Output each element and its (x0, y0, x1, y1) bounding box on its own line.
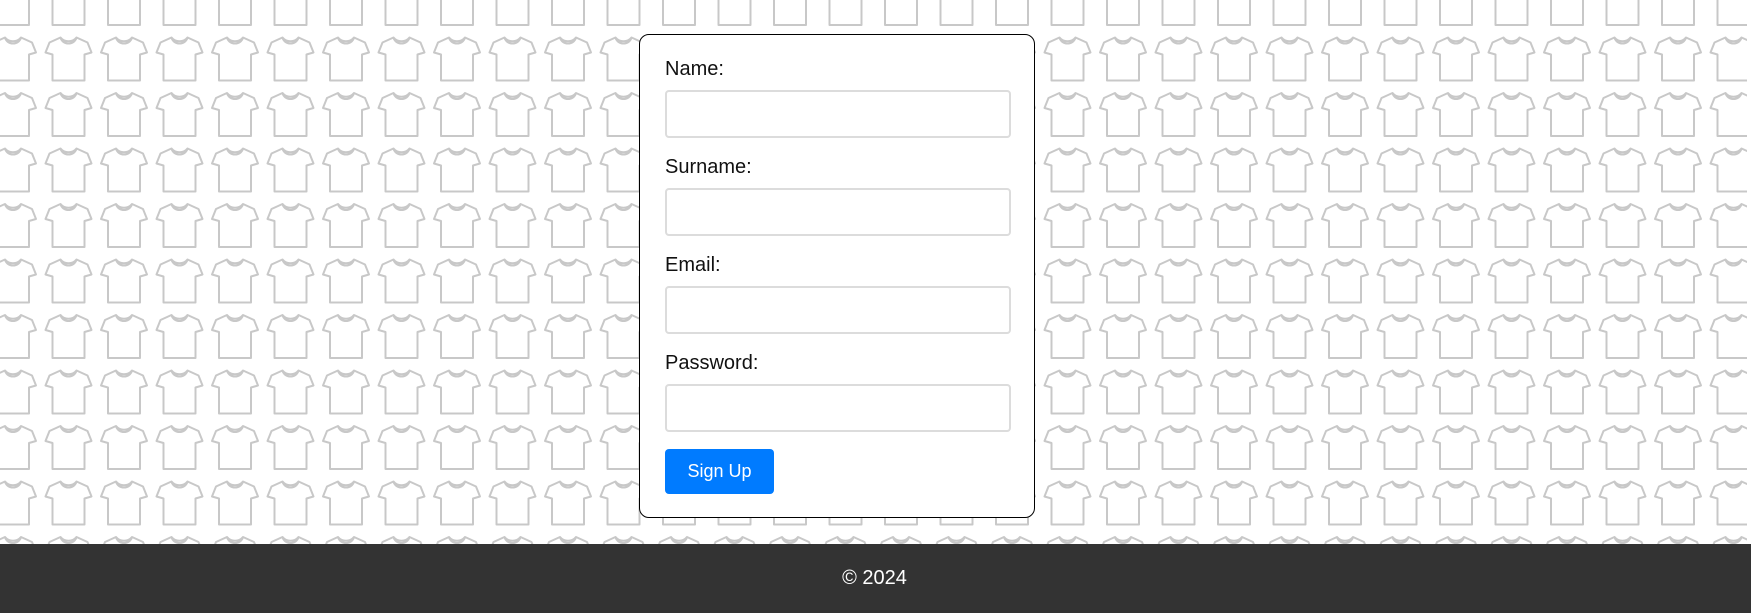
password-input[interactable] (665, 384, 1011, 432)
surname-label: Surname: (665, 156, 752, 178)
signup-form: Name: Surname: Email: Password: Sign Up (639, 34, 1035, 518)
email-input[interactable] (665, 286, 1011, 334)
email-label: Email: (665, 254, 721, 276)
sign-up-button[interactable]: Sign Up (665, 449, 774, 494)
password-label: Password: (665, 352, 759, 374)
email-field-group: Email: (665, 253, 1011, 334)
name-input[interactable] (665, 90, 1011, 138)
copyright-text: © 2024 (842, 567, 907, 589)
name-field-group: Name: (665, 57, 1011, 138)
surname-field-group: Surname: (665, 155, 1011, 236)
name-label: Name: (665, 58, 724, 80)
surname-input[interactable] (665, 188, 1011, 236)
password-field-group: Password: (665, 351, 1011, 432)
page-footer: © 2024 (0, 544, 1751, 613)
